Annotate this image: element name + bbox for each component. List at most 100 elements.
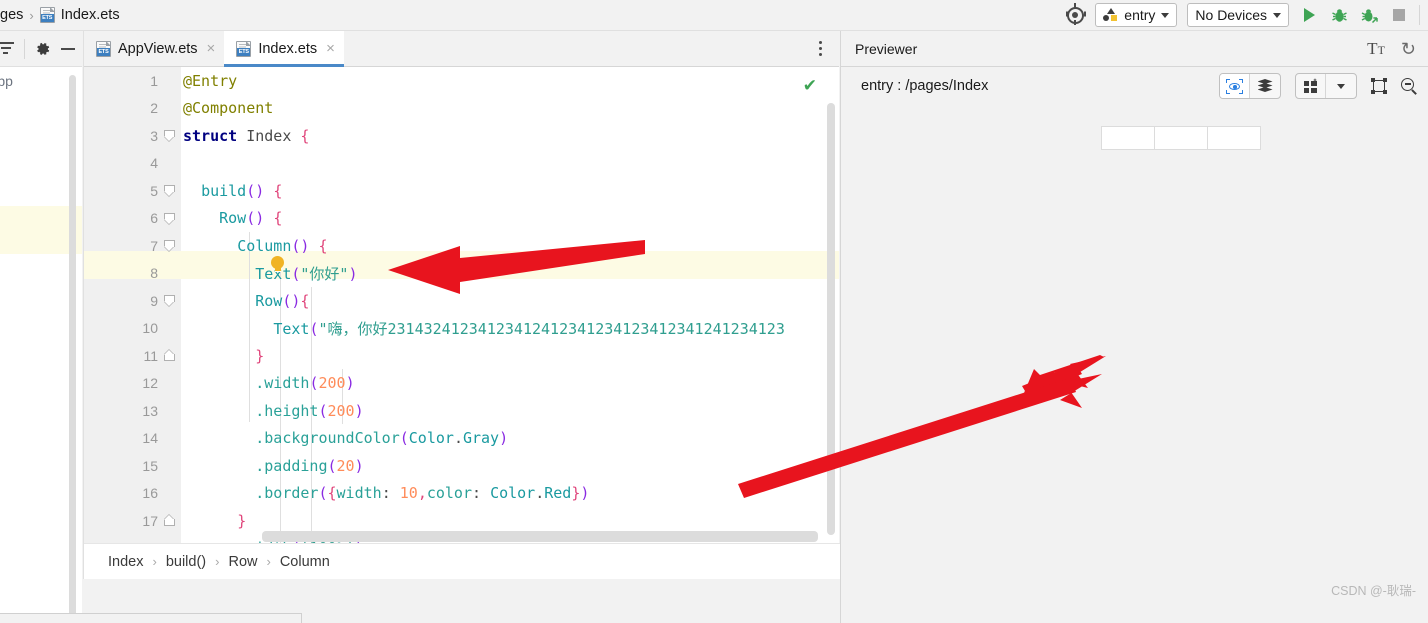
layers-icon bbox=[1257, 79, 1273, 93]
line-number: 17 bbox=[142, 512, 158, 529]
tab-index-ets[interactable]: Index.ets × bbox=[224, 31, 344, 67]
line-text: struct Index { bbox=[183, 126, 310, 145]
code-line[interactable]: 1 @Entry bbox=[84, 67, 839, 95]
fold-gutter[interactable] bbox=[158, 515, 181, 527]
device-selector-label: No Devices bbox=[1195, 7, 1267, 23]
breadcrumb-folder[interactable]: ges bbox=[0, 7, 23, 23]
run-button[interactable] bbox=[1299, 5, 1319, 25]
line-text: .padding(20) bbox=[255, 456, 364, 475]
line-number: 3 bbox=[150, 127, 158, 144]
code-line[interactable]: 7 Column() { bbox=[84, 232, 839, 260]
code-line[interactable]: 6 Row() { bbox=[84, 205, 839, 233]
code-editor-pane: AppView.ets × Index.ets × 1 @E bbox=[83, 31, 840, 579]
project-scrollbar[interactable] bbox=[69, 75, 76, 623]
fold-open-icon[interactable] bbox=[164, 185, 175, 197]
fold-gutter[interactable] bbox=[158, 240, 181, 252]
fold-open-icon[interactable] bbox=[164, 240, 175, 252]
fold-end-icon[interactable] bbox=[164, 515, 175, 527]
multi-device-dropdown[interactable] bbox=[1326, 74, 1356, 98]
code-line[interactable]: 16 .border({width: 10,color: Color.Red}) bbox=[84, 480, 839, 508]
breadcrumb-file[interactable]: Index.ets bbox=[61, 7, 120, 23]
multi-device-group bbox=[1295, 73, 1357, 99]
line-number: 15 bbox=[142, 457, 158, 474]
fold-open-icon[interactable] bbox=[164, 212, 175, 224]
fit-to-frame-icon[interactable] bbox=[1371, 78, 1387, 94]
line-text: .backgroundColor(Color.Gray) bbox=[255, 429, 509, 448]
font-size-icon[interactable]: TT bbox=[1367, 39, 1385, 59]
code-line[interactable]: 4 bbox=[84, 150, 839, 178]
inspect-layers-group bbox=[1219, 73, 1281, 99]
fold-gutter[interactable] bbox=[158, 350, 181, 362]
code-lines: 1 @Entry 2 @Component 3 struct Index { 4 bbox=[84, 67, 839, 543]
editor-vertical-scrollbar[interactable] bbox=[827, 103, 835, 535]
gear-icon[interactable] bbox=[35, 41, 51, 57]
line-number: 16 bbox=[142, 485, 158, 502]
layers-button[interactable] bbox=[1250, 74, 1280, 98]
line-number: 4 bbox=[150, 155, 158, 172]
close-icon[interactable]: × bbox=[207, 41, 216, 56]
inspection-status-icon[interactable]: ✔ bbox=[803, 77, 817, 94]
tab-appview-ets[interactable]: AppView.ets × bbox=[84, 31, 224, 66]
module-selector-label: entry bbox=[1124, 7, 1156, 23]
previewer-pane: Previewer TT ↻ entry : /pages/Index bbox=[840, 31, 1428, 623]
main-toolbar: ges › Index.ets entry No Devices bbox=[0, 0, 1428, 31]
editor-breadcrumb: Index › build() › Row › Column bbox=[84, 543, 840, 579]
breadcrumb-item-column[interactable]: Column bbox=[280, 554, 330, 570]
project-panel-toolbar bbox=[0, 31, 82, 67]
fold-end-icon[interactable] bbox=[164, 350, 175, 362]
code-line[interactable]: 13 .height(200) bbox=[84, 397, 839, 425]
code-line[interactable]: 11 } bbox=[84, 342, 839, 370]
previewer-header: Previewer TT ↻ bbox=[841, 31, 1428, 67]
editor-horizontal-scrollbar[interactable] bbox=[262, 531, 818, 542]
line-text: Text("嗨，你好231432412341234124123412341234… bbox=[273, 319, 785, 338]
attach-debugger-button[interactable] bbox=[1359, 5, 1379, 25]
stop-button[interactable] bbox=[1389, 5, 1409, 25]
close-icon[interactable]: × bbox=[326, 41, 335, 56]
editor-tabbar: AppView.ets × Index.ets × bbox=[84, 31, 839, 67]
previewer-path: entry : /pages/Index bbox=[861, 78, 989, 94]
code-line[interactable]: 3 struct Index { bbox=[84, 122, 839, 150]
code-line[interactable]: 14 .backgroundColor(Color.Gray) bbox=[84, 425, 839, 453]
breadcrumb-item-build[interactable]: build() bbox=[166, 554, 206, 570]
code-line[interactable]: 2 @Component bbox=[84, 95, 839, 123]
line-text: build() { bbox=[201, 181, 283, 200]
code-line[interactable]: 5 build() { bbox=[84, 177, 839, 205]
breadcrumb-item-row[interactable]: Row bbox=[228, 554, 257, 570]
status-bar-strip bbox=[0, 613, 302, 623]
code-line[interactable]: 10 Text("嗨，你好231432412341234124123412341… bbox=[84, 315, 839, 343]
fold-open-icon[interactable] bbox=[164, 295, 175, 307]
debug-button[interactable] bbox=[1329, 5, 1349, 25]
code-line[interactable]: 12 .width(200) bbox=[84, 370, 839, 398]
breadcrumb-item-index[interactable]: Index bbox=[108, 554, 143, 570]
code-line[interactable]: 9 Row(){ bbox=[84, 287, 839, 315]
debug-icon bbox=[1331, 8, 1347, 22]
fold-gutter[interactable] bbox=[158, 295, 181, 307]
kebab-menu-icon[interactable] bbox=[809, 31, 831, 66]
line-text: @Component bbox=[183, 99, 274, 118]
refresh-icon[interactable]: ↻ bbox=[1401, 40, 1416, 58]
line-text: .height(200) bbox=[255, 401, 364, 420]
inspector-button[interactable] bbox=[1220, 74, 1250, 98]
fold-gutter[interactable] bbox=[158, 212, 181, 224]
select-opened-file-icon[interactable] bbox=[1065, 2, 1085, 25]
collapse-all-icon[interactable] bbox=[0, 41, 14, 56]
previewer-canvas[interactable]: 你好 嗨，你好 231432412341234 124123412341234 … bbox=[841, 105, 1428, 623]
line-number: 7 bbox=[150, 237, 158, 254]
zoom-out-icon[interactable] bbox=[1401, 77, 1418, 95]
device-selector[interactable]: No Devices bbox=[1187, 3, 1289, 27]
module-selector[interactable]: entry bbox=[1095, 3, 1178, 27]
code-line[interactable]: 8 Text("你好") bbox=[84, 260, 839, 288]
line-number: 2 bbox=[150, 100, 158, 117]
multi-device-button[interactable] bbox=[1296, 74, 1326, 98]
breadcrumb: ges › Index.ets bbox=[0, 7, 120, 23]
minimize-icon[interactable] bbox=[61, 47, 75, 50]
lightbulb-icon[interactable] bbox=[270, 256, 285, 274]
multi-device-icon bbox=[1303, 78, 1318, 93]
fold-open-icon[interactable] bbox=[164, 130, 175, 142]
fold-gutter[interactable] bbox=[158, 185, 181, 197]
module-icon bbox=[1103, 8, 1118, 22]
code-area[interactable]: 1 @Entry 2 @Component 3 struct Index { 4 bbox=[84, 67, 839, 543]
previewer-title: Previewer bbox=[855, 40, 918, 57]
code-line[interactable]: 15 .padding(20) bbox=[84, 452, 839, 480]
fold-gutter[interactable] bbox=[158, 130, 181, 142]
